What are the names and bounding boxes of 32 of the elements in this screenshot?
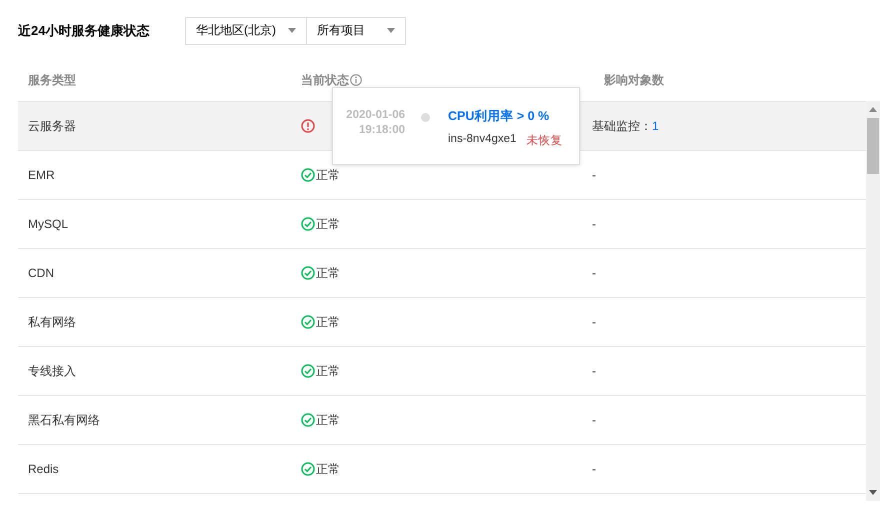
instance-id: ins-8nv4gxe1 — [448, 133, 516, 147]
table-cell-text: 云服务器 — [27, 118, 77, 134]
table-cell: - — [592, 266, 596, 280]
status-text: 正常 — [316, 216, 340, 232]
table-cell: - — [592, 315, 596, 329]
event-date: 2020-01-06 — [345, 108, 405, 123]
table-cell: - — [592, 462, 596, 476]
column-header: 当前状态 — [301, 72, 349, 88]
status-text: 正常 — [316, 264, 340, 282]
table-cell: - — [592, 168, 596, 182]
column-header: 影响对象数 — [603, 72, 665, 88]
impact-label: 基础监控： — [592, 118, 652, 134]
table-cell: - — [592, 413, 596, 427]
table-cell: - — [592, 217, 596, 231]
table-cell-text: 黑石私有网络 — [27, 412, 101, 428]
page-title: 近24小时服务健康状态 — [18, 22, 150, 40]
table-cell-text: CDN — [27, 266, 55, 280]
table-cell-text: Redis — [27, 462, 60, 476]
recovery-status: 未恢复 — [526, 134, 562, 148]
table-cell-text: 专线接入 — [27, 362, 77, 380]
status-text: 正常 — [316, 362, 340, 380]
status-text: 正常 — [316, 460, 340, 478]
table-cell: - — [592, 364, 596, 378]
event-time: 19:18:00 — [358, 123, 405, 138]
table-cell-text: 私有网络 — [27, 314, 77, 330]
column-header: 服务类型 — [26, 72, 77, 88]
status-text: 正常 — [316, 314, 340, 330]
table-cell-text: EMR — [27, 168, 56, 182]
status-text: 正常 — [316, 166, 340, 184]
status-text: 正常 — [316, 412, 340, 428]
alarm-rule: CPU利用率 > 0 % — [448, 108, 550, 125]
table-cell-text: MySQL — [27, 217, 70, 231]
